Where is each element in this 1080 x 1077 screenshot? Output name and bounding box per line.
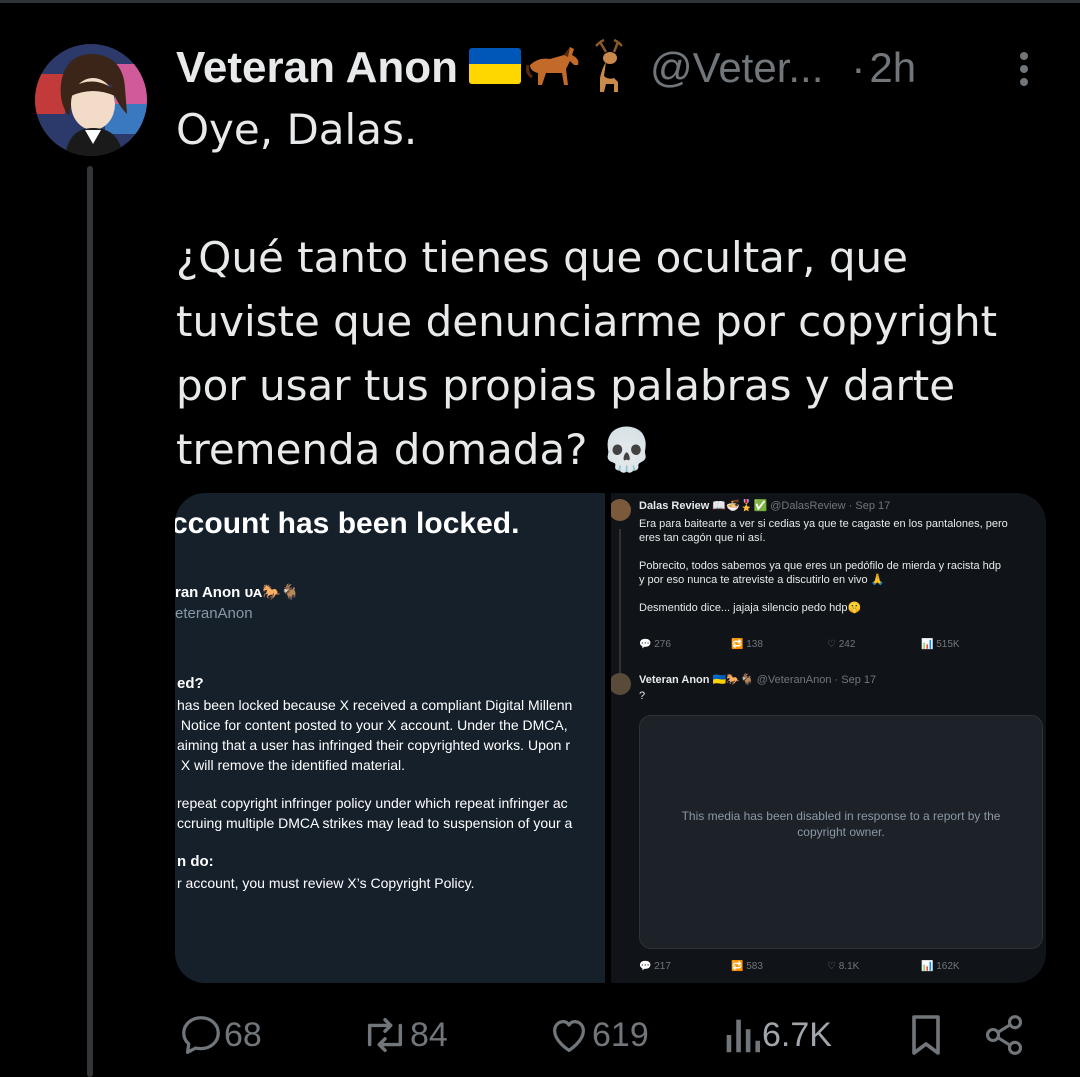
thread-line [87,166,93,1077]
inner-post-name: Dalas Review 📖🍜🎖️✅ @DalasReview · Sep 17 [639,499,890,512]
view-count: 6.7K [762,1015,832,1054]
author-handle[interactable]: @Veter... [650,44,823,92]
repost-icon [367,1017,403,1053]
reply-count: 💬 276 [639,639,671,650]
repost-count: 🔁 138 [731,639,763,650]
view-count: 📊 162K [921,961,960,972]
share-icon [985,1015,1023,1055]
lock-action-body: r account, you must review X’s Copyright… [177,875,475,891]
avatar[interactable] [35,44,147,156]
top-divider [0,0,1080,3]
ukraine-flag-icon [468,47,522,89]
tweet-media[interactable]: ccount has been locked. ran Anon ᴜᴀ🐎🐐 et… [175,493,1046,983]
heart-icon [552,1019,586,1052]
lock-section-heading: ed? [177,675,204,692]
tweet-header: Veteran Anon @Veter... · 2h [176,38,916,98]
bookmark-icon [912,1015,940,1055]
inner-post-text: ? [639,690,646,702]
views-icon [726,1019,761,1053]
lock-section-body: has been locked because X received a com… [177,697,573,773]
reply-count: 💬 217 [639,961,671,972]
share-button[interactable] [982,1005,1026,1065]
inner-handle-text: @VeteranAnon · Sep 17 [756,674,877,686]
like-count: ♡ 242 [827,639,856,650]
tweet-text: Oye, Dalas. ¿Qué tanto tienes que oculta… [176,105,998,474]
views-button[interactable]: 6.7K [722,1005,832,1065]
reply-button[interactable]: 68 [178,1005,262,1065]
inner-name-text: Dalas Review 📖🍜🎖️✅ [639,500,768,512]
bookmark-button[interactable] [906,1005,946,1065]
disabled-media-box: This media has been disabled in response… [639,715,1043,949]
deer-icon [584,38,634,98]
lock-account-handle: eteranAnon [175,605,253,622]
repost-count: 84 [410,1015,448,1054]
avatar [611,499,631,521]
lock-policy-body: repeat copyright infringer policy under … [177,795,573,831]
inner-post-text: Era para baitearte a ver si cedias ya qu… [639,518,1008,614]
inner-handle-text: @DalasReview · Sep 17 [770,500,891,512]
like-button[interactable]: 619 [546,1005,649,1065]
lock-action-heading: n do: [177,853,214,870]
action-bar: 68 84 619 6.7K [0,1005,1080,1065]
like-count: 619 [592,1015,649,1054]
repost-count: 🔁 583 [731,961,763,972]
inner-post-name: Veteran Anon 🇺🇦🐎🐐 @VeteranAnon · Sep 17 [639,673,876,686]
repost-button[interactable]: 84 [360,1005,448,1065]
media-image-account-locked[interactable]: ccount has been locked. ran Anon ᴜᴀ🐎🐐 et… [175,493,605,983]
more-options-icon[interactable] [1012,48,1036,90]
view-count: 📊 515K [921,639,960,650]
horse-icon [524,43,582,93]
lock-account-name: ran Anon ᴜᴀ🐎🐐 [175,584,300,601]
author-badges [468,38,634,98]
separator-dot: · [851,44,866,91]
author-name[interactable]: Veteran Anon [176,43,458,93]
avatar [611,673,631,695]
lock-title: ccount has been locked. [175,507,520,540]
inner-name-text: Veteran Anon 🇺🇦🐎🐐 [639,674,754,686]
like-count: ♡ 8.1K [827,961,860,972]
timestamp[interactable]: 2h [869,44,916,92]
media-image-thread-screenshot[interactable]: Dalas Review 📖🍜🎖️✅ @DalasReview · Sep 17… [611,493,1046,983]
reply-count: 68 [224,1015,262,1054]
thread-line [619,529,621,679]
disabled-media-notice: This media has been disabled in response… [681,809,1001,839]
reply-icon [182,1016,220,1054]
